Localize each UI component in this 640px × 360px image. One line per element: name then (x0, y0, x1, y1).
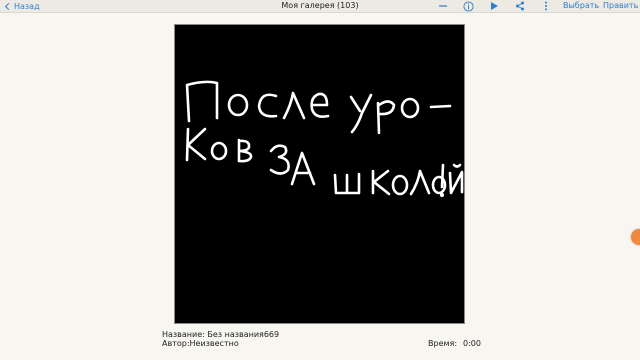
author-value: Неизвестно (189, 339, 239, 348)
handwriting-drawing (185, 80, 464, 198)
time-value: 0:00 (463, 339, 481, 348)
author-info: Автор:Неизвестно (162, 339, 239, 349)
edit-button[interactable]: Править (603, 0, 638, 12)
name-label: Название: (162, 330, 205, 339)
share-icon[interactable] (513, 0, 527, 12)
minus-icon[interactable] (436, 0, 450, 12)
info-icon[interactable] (461, 0, 475, 12)
name-value: Без названия669 (207, 330, 280, 339)
back-button[interactable]: Назад (4, 0, 40, 12)
chevron-left-icon (4, 2, 13, 10)
play-icon[interactable] (487, 0, 501, 12)
back-label: Назад (14, 1, 40, 11)
select-button[interactable]: Выбрать (563, 0, 599, 12)
side-drawer-handle[interactable] (631, 229, 640, 245)
author-label: Автор: (162, 339, 190, 348)
time-label: Время: (428, 339, 458, 348)
artwork-canvas[interactable] (174, 24, 465, 324)
more-vertical-icon[interactable] (539, 0, 553, 12)
